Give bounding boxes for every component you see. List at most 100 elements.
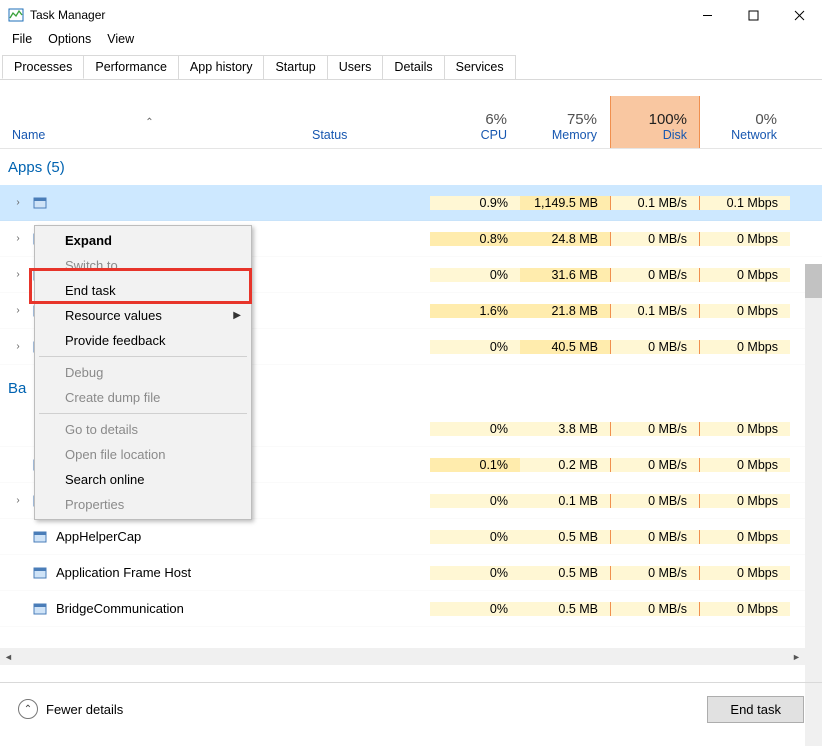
cell-disk: 0 MB/s	[610, 566, 700, 580]
submenu-arrow-icon: ▶	[233, 310, 241, 321]
context-menu-item-resource-values[interactable]: Resource values▶	[37, 303, 249, 328]
expand-chevron-icon[interactable]: ›	[12, 197, 24, 208]
cell-network: 0 Mbps	[700, 602, 790, 616]
cell-network: 0 Mbps	[700, 530, 790, 544]
end-task-button[interactable]: End task	[707, 696, 804, 723]
context-menu-item-go-to-details: Go to details	[37, 417, 249, 442]
scroll-track[interactable]	[17, 648, 788, 665]
cpu-label: CPU	[442, 128, 507, 142]
process-icon	[32, 529, 48, 545]
cell-network: 0 Mbps	[700, 340, 790, 354]
tab-performance[interactable]: Performance	[83, 55, 179, 79]
cell-disk: 0 MB/s	[610, 268, 700, 282]
cell-memory: 21.8 MB	[520, 304, 610, 318]
footer: ⌃ Fewer details End task	[0, 682, 822, 735]
scrollbar-thumb[interactable]	[805, 264, 822, 298]
menubar: File Options View	[0, 30, 822, 50]
scroll-right-icon[interactable]: ►	[788, 648, 805, 665]
cell-network: 0 Mbps	[700, 268, 790, 282]
cell-cpu: 0%	[430, 530, 520, 544]
col-network[interactable]: 0% Network	[700, 96, 790, 148]
context-menu: ExpandSwitch toEnd taskResource values▶P…	[34, 225, 252, 520]
network-pct: 0%	[712, 111, 777, 128]
cell-cpu: 0%	[430, 602, 520, 616]
cell-memory: 0.5 MB	[520, 602, 610, 616]
titlebar: Task Manager	[0, 0, 822, 30]
horizontal-scrollbar[interactable]: ◄ ►	[0, 648, 805, 665]
cell-memory: 0.5 MB	[520, 566, 610, 580]
cell-network: 0 Mbps	[700, 458, 790, 472]
context-menu-item-provide-feedback[interactable]: Provide feedback	[37, 328, 249, 353]
cell-cpu: 0%	[430, 566, 520, 580]
fewer-details-label: Fewer details	[46, 702, 123, 717]
minimize-button[interactable]	[684, 0, 730, 30]
table-row[interactable]: AppHelperCap0%0.5 MB0 MB/s0 Mbps	[0, 519, 822, 555]
network-label: Network	[712, 128, 777, 142]
table-row[interactable]: Application Frame Host 0%0.5 MB0 MB/s0 Mb…	[0, 555, 822, 591]
col-name-label: Name	[12, 128, 287, 142]
col-cpu[interactable]: 6% CPU	[430, 96, 520, 148]
context-menu-item-end-task[interactable]: End task	[37, 278, 249, 303]
context-menu-item-search-online[interactable]: Search online	[37, 467, 249, 492]
tab-app-history[interactable]: App history	[178, 55, 265, 79]
col-name[interactable]: ⌃ Name	[0, 96, 300, 148]
col-memory[interactable]: 75% Memory	[520, 96, 610, 148]
sort-indicator-icon: ⌃	[12, 118, 287, 128]
process-icon	[32, 601, 48, 617]
context-menu-item-open-file-location: Open file location	[37, 442, 249, 467]
expand-chevron-icon[interactable]: ›	[12, 341, 24, 352]
cell-network: 0 Mbps	[700, 494, 790, 508]
menu-view[interactable]: View	[99, 30, 142, 50]
cell-network: 0 Mbps	[700, 422, 790, 436]
expand-chevron-icon[interactable]: ›	[12, 495, 24, 506]
tab-details[interactable]: Details	[382, 55, 444, 79]
context-menu-separator	[39, 413, 247, 414]
context-menu-item-expand[interactable]: Expand	[37, 228, 249, 253]
vertical-scrollbar[interactable]	[805, 264, 822, 746]
table-row[interactable]: ›0.9%1,149.5 MB0.1 MB/s0.1 Mbps	[0, 185, 822, 221]
cell-memory: 0.1 MB	[520, 494, 610, 508]
cell-name: BridgeCommunication	[0, 601, 300, 617]
cpu-pct: 6%	[442, 111, 507, 128]
cell-cpu: 0.8%	[430, 232, 520, 246]
cell-memory: 3.8 MB	[520, 422, 610, 436]
cell-cpu: 0%	[430, 494, 520, 508]
cell-network: 0 Mbps	[700, 566, 790, 580]
cell-memory: 40.5 MB	[520, 340, 610, 354]
fewer-details-button[interactable]: ⌃ Fewer details	[18, 699, 123, 719]
expand-chevron-icon[interactable]: ›	[12, 305, 24, 316]
process-name: AppHelperCap	[56, 529, 141, 544]
section-apps[interactable]: Apps (5)	[0, 149, 822, 185]
app-icon	[8, 7, 24, 23]
cell-cpu: 0%	[430, 422, 520, 436]
process-name: Application Frame Host	[56, 565, 191, 580]
expand-chevron-icon[interactable]: ›	[12, 233, 24, 244]
cell-cpu: 0.9%	[430, 196, 520, 210]
memory-pct: 75%	[532, 111, 597, 128]
col-disk[interactable]: 100% Disk	[610, 96, 700, 148]
cell-disk: 0 MB/s	[610, 530, 700, 544]
context-menu-separator	[39, 356, 247, 357]
table-row[interactable]: BridgeCommunication0%0.5 MB0 MB/s0 Mbps	[0, 591, 822, 627]
cell-network: 0 Mbps	[700, 304, 790, 318]
tab-users[interactable]: Users	[327, 55, 384, 79]
scroll-left-icon[interactable]: ◄	[0, 648, 17, 665]
cell-disk: 0 MB/s	[610, 340, 700, 354]
expand-chevron-icon[interactable]: ›	[12, 269, 24, 280]
cell-name: ›	[0, 195, 300, 211]
close-button[interactable]	[776, 0, 822, 30]
window-title: Task Manager	[30, 8, 105, 22]
menu-options[interactable]: Options	[40, 30, 99, 50]
cell-memory: 1,149.5 MB	[520, 196, 610, 210]
maximize-button[interactable]	[730, 0, 776, 30]
menu-file[interactable]: File	[4, 30, 40, 50]
col-status[interactable]: Status	[300, 96, 430, 148]
cell-network: 0 Mbps	[700, 232, 790, 246]
tab-services[interactable]: Services	[444, 55, 516, 79]
cell-network: 0.1 Mbps	[700, 196, 790, 210]
cell-cpu: 0%	[430, 268, 520, 282]
cell-disk: 0 MB/s	[610, 422, 700, 436]
col-status-label: Status	[312, 128, 417, 142]
tab-processes[interactable]: Processes	[2, 55, 84, 79]
tab-startup[interactable]: Startup	[263, 55, 327, 79]
